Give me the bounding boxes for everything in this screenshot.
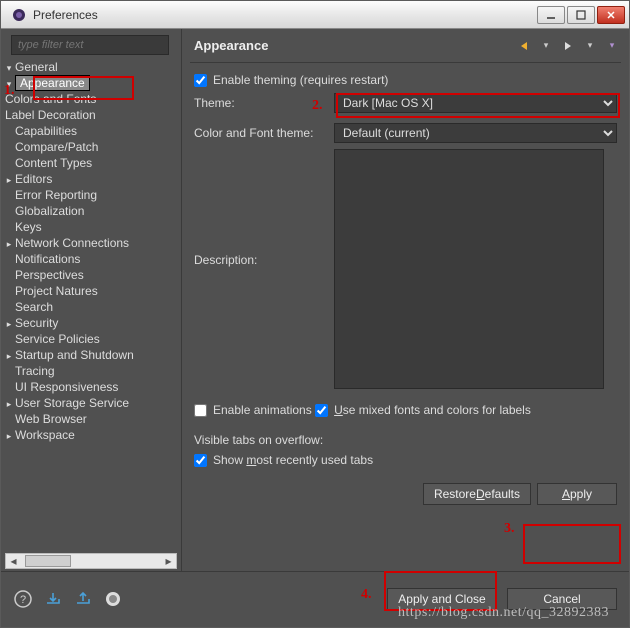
import-icon[interactable] — [43, 589, 63, 609]
window-controls — [537, 6, 625, 24]
enable-theming-label: Enable theming (requires restart) — [213, 73, 388, 87]
show-mru-row: Show most recently used tabs — [194, 453, 373, 467]
preferences-tree[interactable]: ▾General▾AppearanceColors and FontsLabel… — [5, 59, 181, 443]
apply-button[interactable]: Apply — [537, 483, 617, 505]
enable-theming-checkbox[interactable] — [194, 74, 207, 87]
theme-select[interactable]: Dark [Mac OS X] — [334, 93, 617, 113]
cancel-button[interactable]: Cancel — [507, 588, 617, 610]
tree-item-19[interactable]: ▸Workspace — [5, 427, 181, 443]
oomph-icon[interactable] — [103, 589, 123, 609]
tree-item-17[interactable]: ▸User Storage Service — [5, 395, 181, 411]
tree-item-5[interactable]: Globalization — [5, 203, 181, 219]
colorfont-select[interactable]: Default (current) — [334, 123, 617, 143]
svg-text:?: ? — [20, 594, 26, 606]
description-textarea[interactable] — [334, 149, 604, 389]
preferences-page: Appearance ▾ ▾ ▾ Enable theming (require… — [181, 29, 629, 571]
titlebar[interactable]: Preferences — [1, 1, 629, 29]
theme-label: Theme: — [194, 96, 334, 110]
tree-item-8[interactable]: Notifications — [5, 251, 181, 267]
mixed-fonts-checkbox[interactable] — [315, 404, 328, 417]
tree-item-7[interactable]: ▸Network Connections — [5, 235, 181, 251]
scroll-right-icon[interactable]: ▸ — [161, 554, 176, 568]
tree-item-general[interactable]: ▾General — [5, 59, 181, 75]
scroll-thumb[interactable] — [25, 555, 71, 567]
mixed-fonts-label: Use mixed fonts and colors for labels — [334, 403, 531, 417]
preferences-window: Preferences ▾General▾AppearanceColors an… — [0, 0, 630, 628]
tree-item-appearance[interactable]: ▾Appearance — [5, 75, 181, 91]
content-area: ▾General▾AppearanceColors and FontsLabel… — [1, 29, 629, 571]
app-icon — [11, 7, 27, 23]
history-nav: ▾ ▾ ▾ — [515, 37, 621, 55]
page-header: Appearance ▾ ▾ ▾ — [190, 29, 621, 63]
window-title: Preferences — [33, 8, 537, 22]
colorfont-row: Color and Font theme: Default (current) — [194, 123, 617, 143]
tree-item-15[interactable]: Tracing — [5, 363, 181, 379]
forward-menu-icon[interactable]: ▾ — [581, 37, 599, 55]
restore-defaults-button[interactable]: Restore Defaults — [423, 483, 531, 505]
tree-item-4[interactable]: Error Reporting — [5, 187, 181, 203]
close-button[interactable] — [597, 6, 625, 24]
mixed-fonts-row: Use mixed fonts and colors for labels — [315, 403, 531, 417]
enable-theming-row: Enable theming (requires restart) — [194, 73, 388, 87]
visible-tabs-label: Visible tabs on overflow: — [194, 433, 617, 447]
description-label: Description: — [194, 253, 334, 267]
tree-item-sub-1[interactable]: Label Decoration — [5, 107, 181, 123]
theme-row: Theme: Dark [Mac OS X] — [194, 93, 617, 113]
horizontal-scrollbar[interactable]: ◂ ▸ — [5, 553, 177, 569]
page-buttons: Restore Defaults Apply — [194, 483, 617, 505]
apply-and-close-button[interactable]: Apply and Close — [387, 588, 497, 610]
colorfont-label: Color and Font theme: — [194, 126, 334, 140]
dialog-buttons-bar: ? Apply and Close Cancel — [1, 571, 629, 625]
tree-item-0[interactable]: Capabilities — [5, 123, 181, 139]
page-menu-icon[interactable]: ▾ — [603, 37, 621, 55]
show-mru-checkbox[interactable] — [194, 454, 207, 467]
tree-item-1[interactable]: Compare/Patch — [5, 139, 181, 155]
minimize-button[interactable] — [537, 6, 565, 24]
forward-icon[interactable] — [559, 37, 577, 55]
tree-item-2[interactable]: Content Types — [5, 155, 181, 171]
tree-item-6[interactable]: Keys — [5, 219, 181, 235]
page-title: Appearance — [190, 38, 515, 53]
back-icon[interactable] — [515, 37, 533, 55]
tree-item-16[interactable]: UI Responsiveness — [5, 379, 181, 395]
tree-item-13[interactable]: Service Policies — [5, 331, 181, 347]
maximize-button[interactable] — [567, 6, 595, 24]
back-menu-icon[interactable]: ▾ — [537, 37, 555, 55]
export-icon[interactable] — [73, 589, 93, 609]
filter-box — [11, 35, 175, 55]
preferences-tree-pane: ▾General▾AppearanceColors and FontsLabel… — [1, 29, 181, 571]
tree-item-11[interactable]: Search — [5, 299, 181, 315]
tree-item-12[interactable]: ▸Security — [5, 315, 181, 331]
show-mru-label: Show most recently used tabs — [213, 453, 373, 467]
enable-animations-row: Enable animations — [194, 403, 312, 417]
help-icon[interactable]: ? — [13, 589, 33, 609]
scroll-left-icon[interactable]: ◂ — [6, 554, 21, 568]
enable-animations-checkbox[interactable] — [194, 404, 207, 417]
tree-item-10[interactable]: Project Natures — [5, 283, 181, 299]
tree-item-sub-0[interactable]: Colors and Fonts — [5, 91, 181, 107]
enable-animations-label: Enable animations — [213, 403, 312, 417]
tree-item-14[interactable]: ▸Startup and Shutdown — [5, 347, 181, 363]
tree-item-3[interactable]: ▸Editors — [5, 171, 181, 187]
appearance-form: Enable theming (requires restart) Theme:… — [190, 63, 621, 505]
tree-item-18[interactable]: Web Browser — [5, 411, 181, 427]
tree-item-9[interactable]: Perspectives — [5, 267, 181, 283]
filter-input[interactable] — [11, 35, 169, 55]
